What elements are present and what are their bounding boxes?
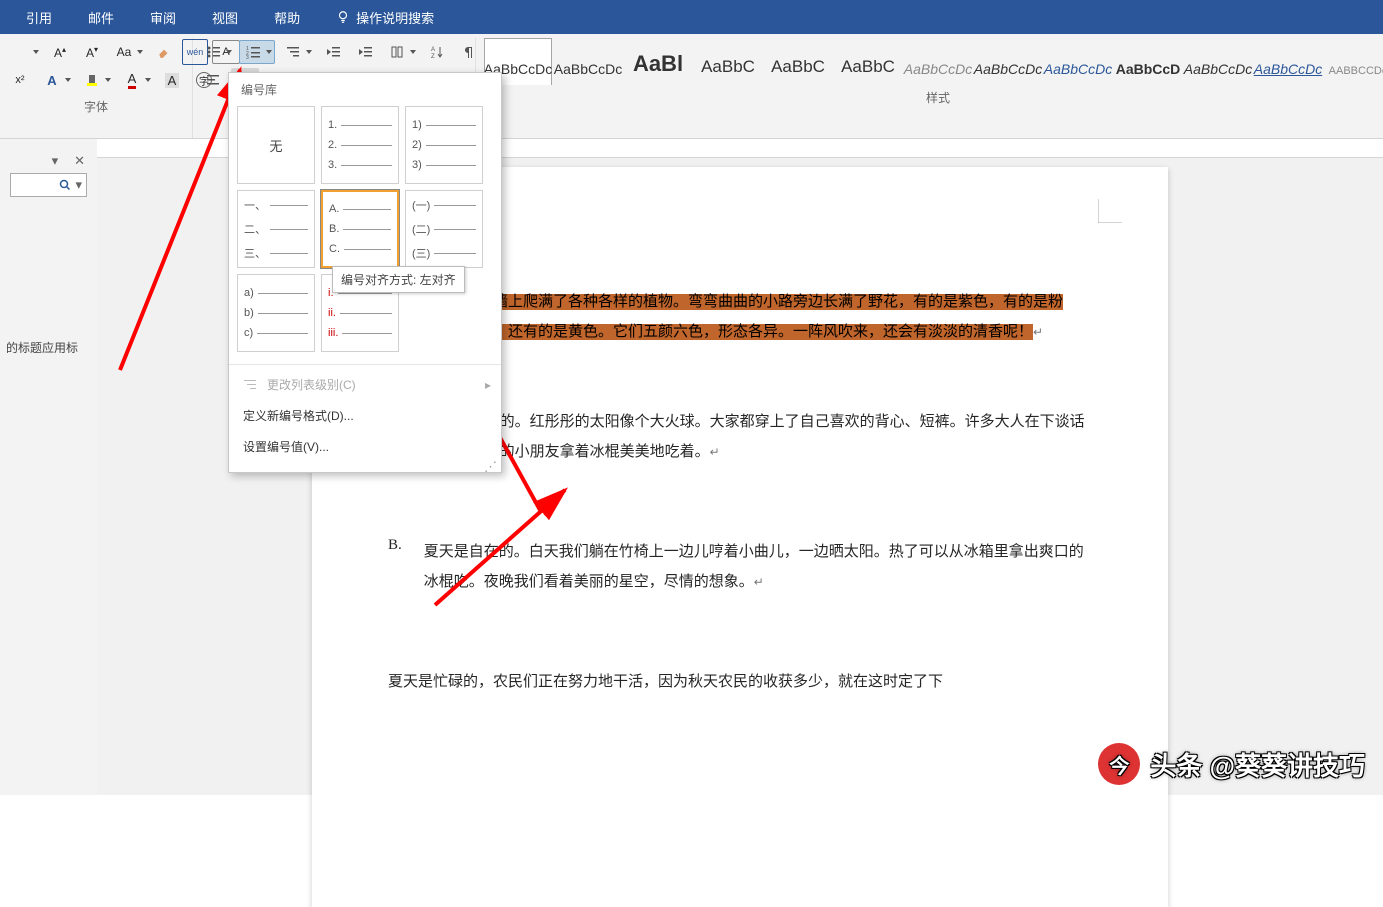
watermark-logo-icon: 今 (1098, 743, 1140, 785)
list-label-b: B. (388, 537, 402, 597)
sort-button[interactable]: AZ (423, 40, 451, 64)
numbering-tooltip: 编号对齐方式: 左对齐 (332, 266, 465, 293)
nav-close-icon[interactable]: ✕ (74, 153, 85, 169)
style-title[interactable]: AaBbC标题 (764, 38, 832, 85)
style-intense-emphasis[interactable]: AaBbCcDc明显强调 (1044, 38, 1112, 85)
change-case-button[interactable]: Aa (110, 40, 146, 64)
styles-gallery[interactable]: AaBbCcDc正文 AaBbCcDc无间隔 AaBl标题 1 AaBbC标题 … (484, 38, 1383, 85)
tab-help[interactable]: 帮助 (256, 0, 318, 34)
style-heading1[interactable]: AaBl标题 1 (624, 38, 692, 85)
popup-title: 编号库 (229, 73, 501, 106)
lightbulb-icon (336, 10, 350, 24)
asian-icon (390, 45, 404, 59)
increase-indent-button[interactable] (351, 40, 379, 64)
font-group-label: 字体 (6, 94, 186, 117)
numopt-decimal-paren[interactable]: 1)2)3) (405, 106, 483, 184)
ribbon-tabbar: 引用 邮件 审阅 视图 帮助 操作说明搜索 (0, 0, 1383, 34)
list-text-a: 夏天是炎热的。红彤彤的太阳像个大火球。大家都穿上了自己喜欢的背心、短裤。许多大人… (425, 407, 1092, 467)
decrease-indent-button[interactable] (319, 40, 347, 64)
bullets-button[interactable] (199, 40, 235, 64)
pilcrow-icon (462, 45, 476, 59)
align-left-button[interactable] (199, 68, 227, 92)
svg-text:A: A (431, 47, 435, 53)
numopt-none[interactable]: 无 (237, 106, 315, 184)
shrink-font-button[interactable]: A▾ (78, 40, 106, 64)
numopt-chinese-comma[interactable]: 一、二、三、 (237, 190, 315, 268)
style-subtitle[interactable]: AaBbC副标题 (834, 38, 902, 85)
body-paragraph[interactable]: 夏天是忙碌的，农民们正在努力地干活，因为秋天农民的收获多少，就在这时定了下 (388, 667, 1092, 697)
style-subtle-ref[interactable]: AABBCCDc不明显参 (1324, 38, 1383, 85)
set-numbering-value-menu[interactable]: 设置编号值(V)... (229, 431, 501, 462)
numopt-lower-alpha-paren[interactable]: a)b)c) (237, 274, 315, 352)
tab-mail[interactable]: 邮件 (70, 0, 132, 34)
watermark: 今 头条 @葵葵讲技巧 (1098, 743, 1365, 785)
align-left-icon (206, 73, 220, 87)
numopt-upper-alpha[interactable]: A.B.C. (321, 190, 399, 268)
text-effects-button[interactable]: A (38, 68, 74, 92)
style-strong[interactable]: AaBbCcD要点 (1114, 38, 1182, 85)
clear-format-button[interactable] (150, 40, 178, 64)
bullets-icon (206, 45, 220, 59)
style-subtle-emphasis[interactable]: AaBbCcDc不明显强调 (904, 38, 972, 85)
highlight-button[interactable] (78, 68, 114, 92)
tab-review[interactable]: 审阅 (132, 0, 194, 34)
style-intense-quote[interactable]: AaBbCcDc明显引用 (1254, 38, 1322, 85)
eraser-icon (157, 45, 171, 59)
indent-icon (358, 45, 372, 59)
ribbon: A▴ A▾ Aa wén A x² A A A 字 字体 123 AZ (0, 34, 1383, 139)
style-emphasis[interactable]: AaBbCcDc强调 (974, 38, 1042, 85)
numopt-chinese-paren[interactable]: (一)(二)(三) (405, 190, 483, 268)
font-color-button[interactable]: A (118, 68, 154, 92)
nav-hint-label: 的标题应用标 (6, 339, 78, 356)
char-shading-button[interactable]: A (158, 68, 186, 92)
numopt-decimal-dot[interactable]: 1.2.3. (321, 106, 399, 184)
multilevel-icon (286, 45, 300, 59)
popup-resize-grip[interactable]: ⋰ (229, 462, 501, 472)
svg-text:3: 3 (246, 55, 249, 59)
numbering-icon: 123 (246, 45, 260, 59)
multilevel-list-button[interactable] (279, 40, 315, 64)
outdent-icon (326, 45, 340, 59)
highlight-icon (85, 73, 99, 87)
font-dropdown[interactable] (6, 40, 42, 64)
asian-layout-button[interactable] (383, 40, 419, 64)
styles-group-label: 样式 (484, 85, 1383, 138)
svg-text:Z: Z (431, 54, 435, 59)
define-new-number-format-menu[interactable]: 定义新编号格式(D)... (229, 400, 501, 431)
nav-search-input[interactable]: ▾ (10, 173, 87, 197)
grow-font-button[interactable]: A▴ (46, 40, 74, 64)
list-text-b: 夏天是自在的。白天我们躺在竹椅上一边儿哼着小曲儿，一边晒太阳。热了可以从冰箱里拿… (424, 537, 1092, 597)
change-list-level-menu[interactable]: 更改列表级别(C)▸ (229, 369, 501, 400)
tell-me-label: 操作说明搜索 (356, 8, 434, 27)
list-level-icon (243, 378, 257, 392)
page-corner-mark (1098, 199, 1122, 223)
nav-dropdown-icon[interactable]: ▾ (52, 153, 59, 169)
navigation-pane: ▾ ✕ ▾ 的标题应用标 (0, 139, 98, 795)
tell-me-search[interactable]: 操作说明搜索 (318, 0, 452, 34)
list-item-b[interactable]: B. 夏天是自在的。白天我们躺在竹椅上一边儿哼着小曲儿，一边晒太阳。热了可以从冰… (388, 537, 1092, 597)
style-quote[interactable]: AaBbCcDc引用 (1184, 38, 1252, 85)
style-no-spacing[interactable]: AaBbCcDc无间隔 (554, 38, 622, 85)
search-icon (59, 179, 71, 191)
sort-icon: AZ (430, 45, 444, 59)
watermark-text: 头条 @葵葵讲技巧 (1150, 746, 1365, 783)
tab-view[interactable]: 视图 (194, 0, 256, 34)
tab-references[interactable]: 引用 (8, 0, 70, 34)
style-heading2[interactable]: AaBbC标题 2 (694, 38, 762, 85)
numbering-button[interactable]: 123 (239, 40, 275, 64)
superscript-button[interactable]: x² (6, 68, 34, 92)
